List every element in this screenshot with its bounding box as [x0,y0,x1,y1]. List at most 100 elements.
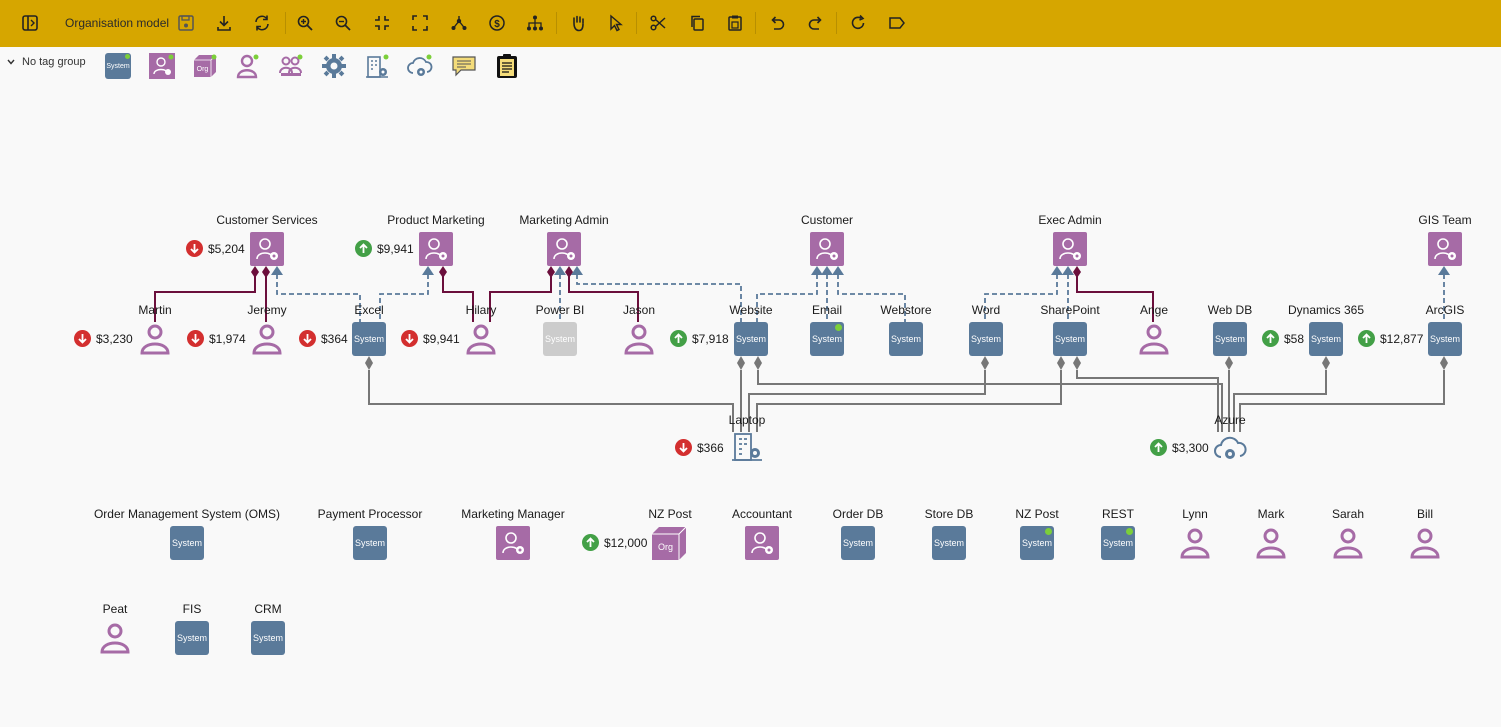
hilary-label: Hilary [465,303,497,317]
palette-team-icon[interactable] [278,53,304,79]
palette-settings-gear-icon[interactable] [321,53,347,79]
copy-icon[interactable] [685,11,709,35]
cost-down-icon [401,330,418,347]
lynn-person-icon[interactable] [1178,526,1212,560]
excel-system-icon[interactable]: System [352,322,386,356]
palette-building-icon[interactable] [364,53,390,79]
store-db-label: Store DB [924,507,974,521]
hilary-person-icon[interactable] [464,322,498,356]
laptop-building-icon[interactable] [730,430,764,464]
sync-icon[interactable] [250,11,274,35]
store-db-system-icon[interactable]: System [932,526,966,560]
bill-person-icon[interactable] [1408,526,1442,560]
web-db-system-icon[interactable]: System [1213,322,1247,356]
accountant-role-icon[interactable] [745,526,779,560]
exec-admin-role-icon[interactable] [1053,232,1087,266]
tag-group-toggle[interactable]: No tag group [6,56,86,68]
palette-comment-icon[interactable] [451,53,477,79]
power-bi-system-icon[interactable]: System [543,322,577,356]
email-system-icon[interactable]: System [810,322,844,356]
crm-system-icon[interactable]: System [251,621,285,655]
jeremy-person-icon[interactable] [250,322,284,356]
diagram-canvas[interactable]: Customer Services $5,204 Product Marketi… [0,84,1501,727]
fis-system-icon[interactable]: System [175,621,209,655]
tag-label-icon[interactable] [885,11,909,35]
laptop-cost: $366 [675,439,724,456]
cost-down-icon [675,439,692,456]
palette-person-icon[interactable] [235,53,261,79]
marketing-manager-role-icon[interactable] [496,526,530,560]
palette-org-icon[interactable]: Org [192,53,218,79]
order-db-system-icon[interactable]: System [841,526,875,560]
status-dot-icon [1126,528,1133,535]
webstore-system-icon[interactable]: System [889,322,923,356]
palette-role-icon[interactable] [149,53,175,79]
excel-label: Excel [354,303,384,317]
top-toolbar: Organisation model $ [0,0,1501,47]
ange-label: Ange [1139,303,1169,317]
download-icon[interactable] [212,11,236,35]
rest-system-icon[interactable]: System [1101,526,1135,560]
oms-system-icon[interactable]: System [170,526,204,560]
cut-icon[interactable] [646,11,670,35]
ange-person-icon[interactable] [1137,322,1171,356]
dynamics-system-icon[interactable]: System [1309,322,1343,356]
toggle-sidebar-icon[interactable] [18,11,42,35]
jason-person-icon[interactable] [622,322,656,356]
gis-team-label: GIS Team [1418,213,1472,227]
marketing-admin-label: Marketing Admin [519,213,609,227]
gis-team-role-icon[interactable] [1428,232,1462,266]
laptop-label: Laptop [728,413,766,427]
customer-role-icon[interactable] [810,232,844,266]
fis-label: FIS [182,602,202,616]
word-system-icon[interactable]: System [969,322,1003,356]
fit-selection-icon[interactable] [370,11,394,35]
mark-label: Mark [1257,507,1285,521]
zoom-in-icon[interactable] [293,11,317,35]
cost-up-icon [355,240,372,257]
marketing-admin-role-icon[interactable] [547,232,581,266]
sharepoint-label: SharePoint [1040,303,1100,317]
refresh-icon[interactable] [846,11,870,35]
bill-label: Bill [1416,507,1434,521]
cost-down-icon [299,330,316,347]
customer-services-role-icon[interactable] [250,232,284,266]
nz-post-system-label: NZ Post [1015,507,1059,521]
paste-icon[interactable] [723,11,747,35]
cost-up-icon [582,534,599,551]
palette-cloud-icon[interactable] [407,53,433,79]
cost-up-icon [1150,439,1167,456]
zoom-out-icon[interactable] [331,11,355,35]
nz-post-system-icon[interactable]: System [1020,526,1054,560]
save-icon[interactable] [174,11,198,35]
fit-all-icon[interactable] [408,11,432,35]
product-marketing-cost: $9,941 [355,240,414,257]
crm-label: CRM [254,602,282,616]
martin-person-icon[interactable] [138,322,172,356]
product-marketing-role-icon[interactable] [419,232,453,266]
sarah-person-icon[interactable] [1331,526,1365,560]
mark-person-icon[interactable] [1254,526,1288,560]
payment-processor-label: Payment Processor [317,507,423,521]
network-icon[interactable] [447,11,471,35]
hierarchy-icon[interactable] [523,11,547,35]
arcgis-system-icon[interactable]: System [1428,322,1462,356]
redo-icon[interactable] [804,11,828,35]
payment-processor-system-icon[interactable]: System [353,526,387,560]
undo-icon[interactable] [765,11,789,35]
jeremy-cost: $1,974 [187,330,246,347]
website-label: Website [729,303,773,317]
pan-hand-icon[interactable] [566,11,590,35]
website-system-icon[interactable]: System [734,322,768,356]
palette-clipboard-icon[interactable] [494,53,520,79]
currency-icon[interactable]: $ [485,11,509,35]
nz-post-org-icon[interactable]: Org [652,526,687,560]
sharepoint-system-icon[interactable]: System [1053,322,1087,356]
azure-cloud-icon[interactable] [1213,430,1247,464]
customer-label: Customer [800,213,854,227]
cost-up-icon [1262,330,1279,347]
peat-person-icon[interactable] [98,621,132,655]
web-db-label: Web DB [1207,303,1253,317]
palette-system-icon[interactable]: System [105,53,131,79]
select-pointer-icon[interactable] [604,11,628,35]
